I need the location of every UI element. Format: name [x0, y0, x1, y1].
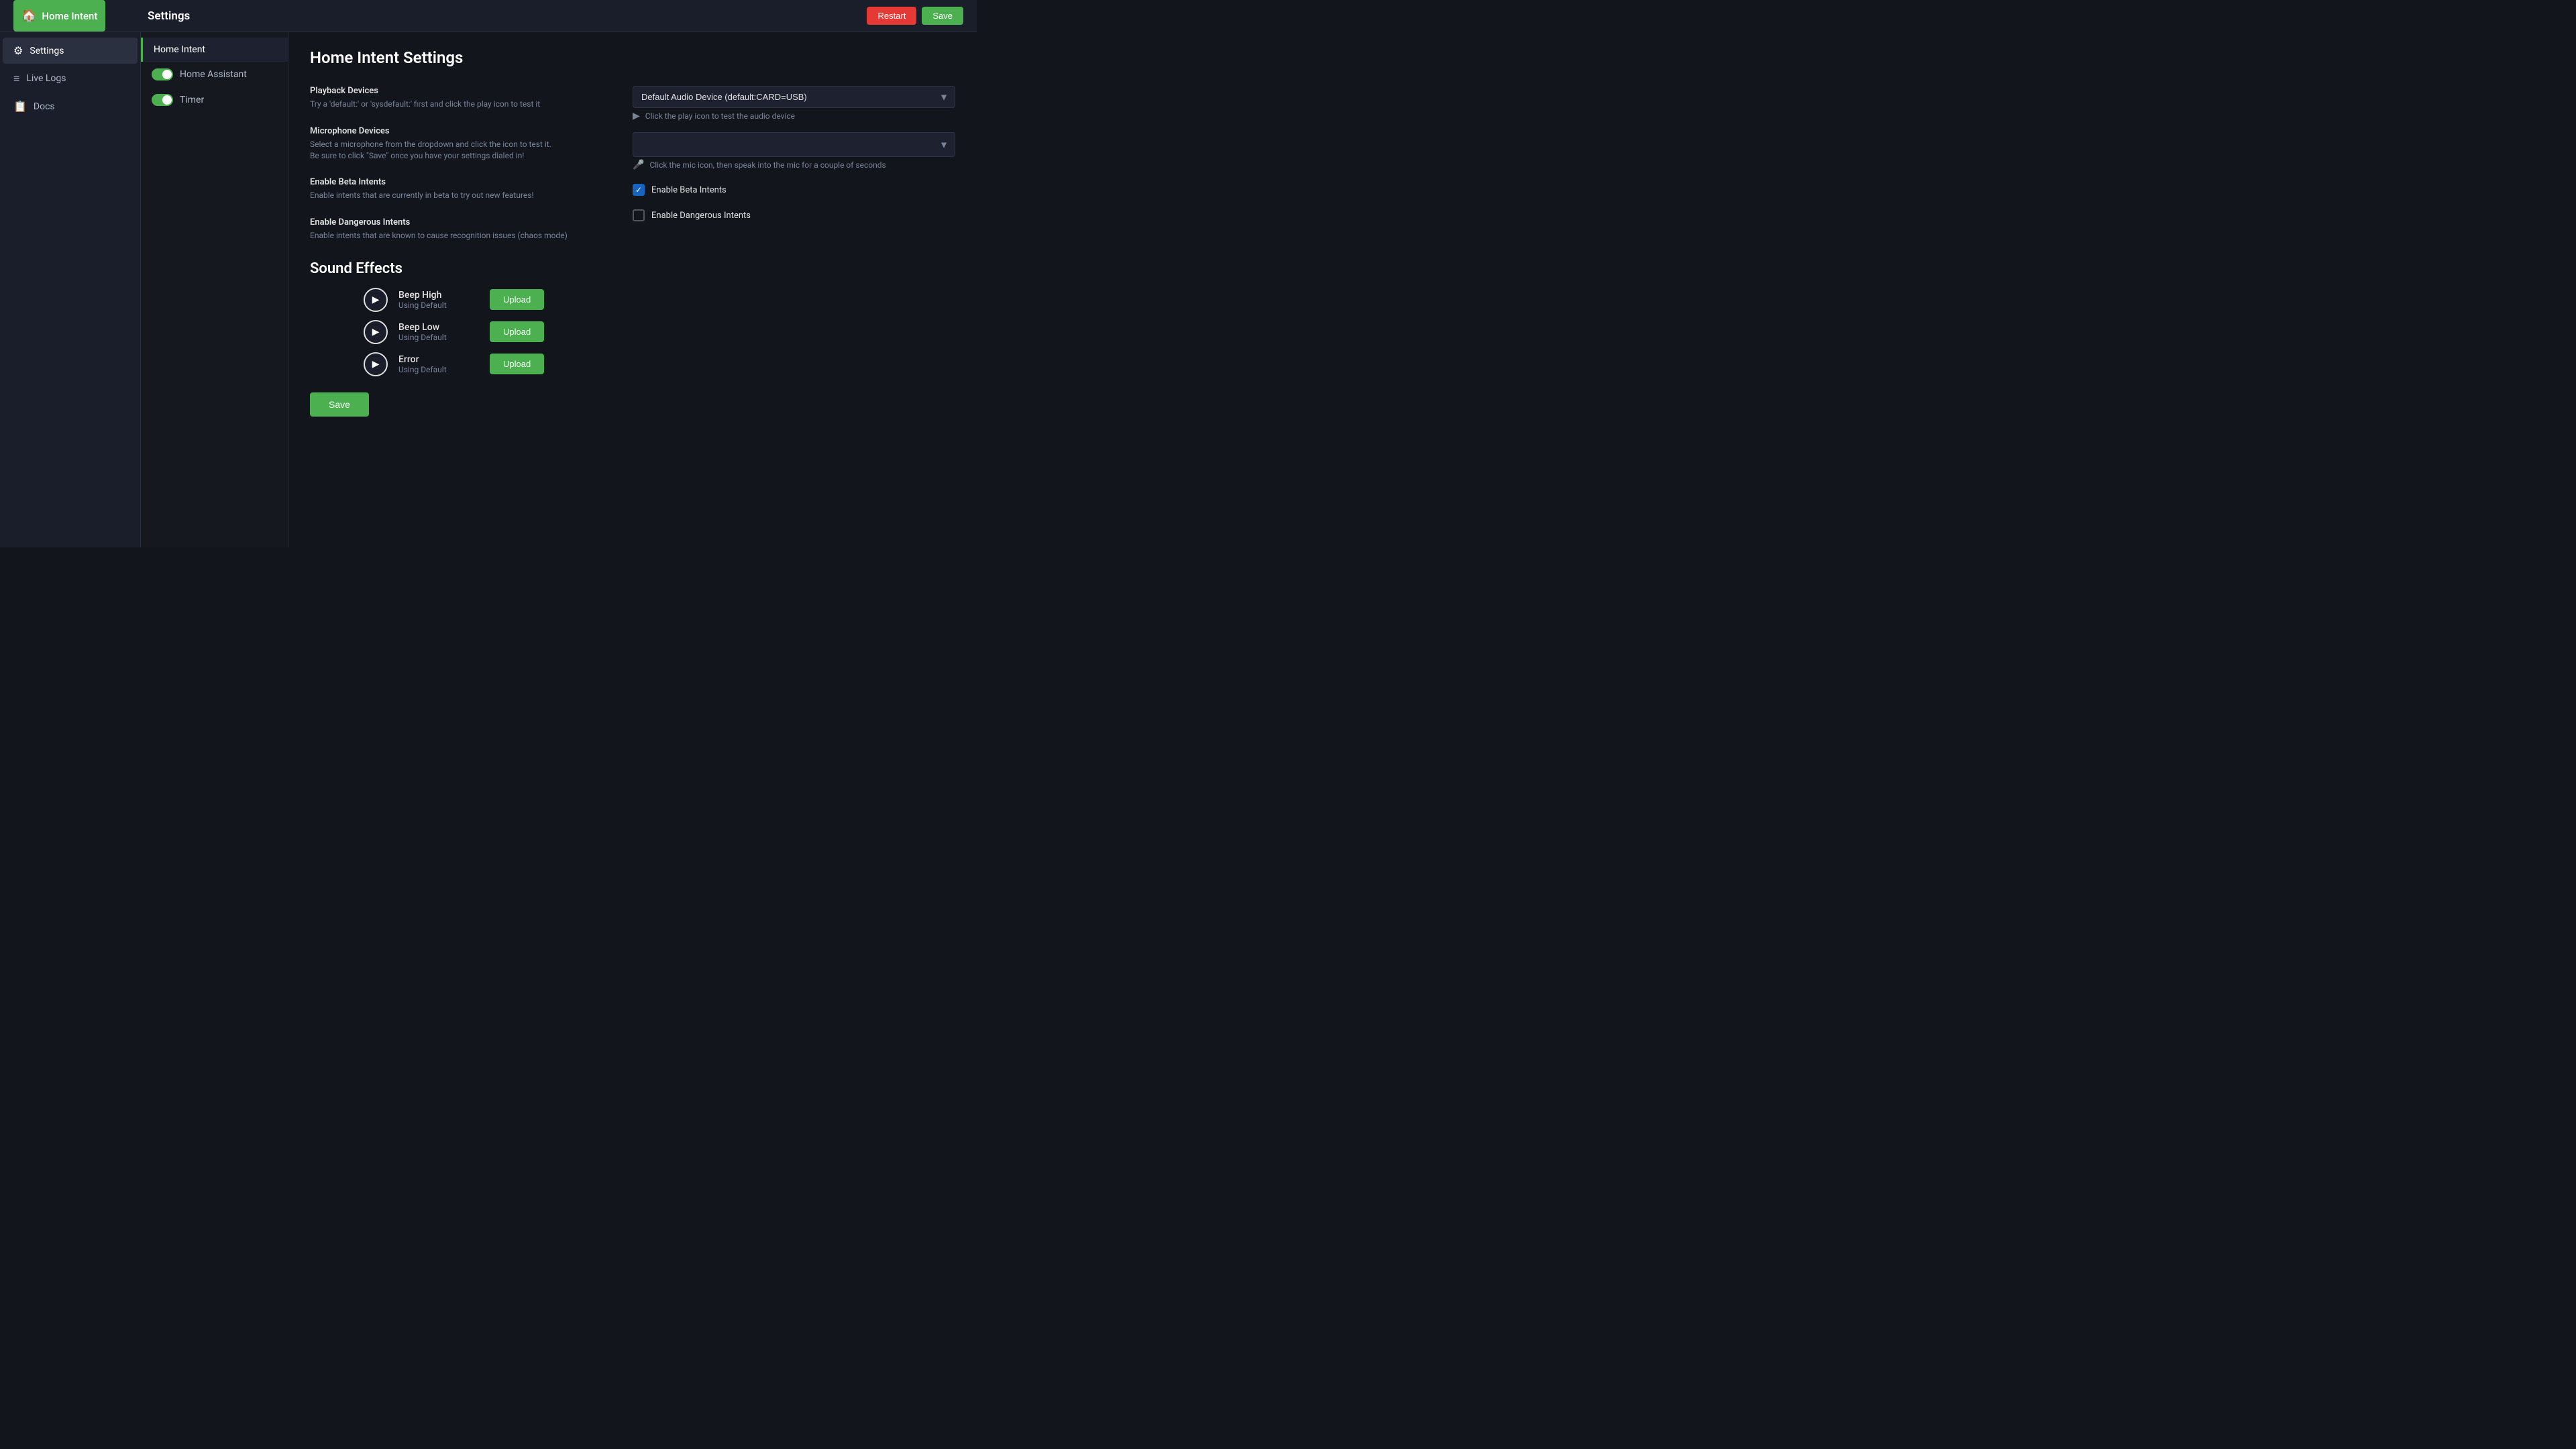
settings-icon: ⚙ [13, 44, 23, 57]
content-area: Home Intent Settings Playback Devices Tr… [288, 32, 977, 547]
playback-hint: ▶ Click the play icon to test the audio … [633, 111, 955, 121]
main-layout: ⚙ Settings ≡ Live Logs 📋 Docs Home Inten… [0, 32, 977, 547]
restart-button[interactable]: Restart [867, 7, 916, 25]
upload-beep-low-button[interactable]: Upload [490, 321, 544, 342]
playback-devices-desc: Try a 'default:' or 'sysdefault:' first … [310, 99, 606, 110]
subnav-item-home-assistant[interactable]: Home Assistant [141, 62, 288, 87]
subnav-label-timer: Timer [180, 95, 204, 105]
dangerous-intents-checkbox[interactable] [633, 209, 645, 221]
subnav-item-home-intent[interactable]: Home Intent [141, 38, 288, 62]
sound-sub-beep-low: Using Default [398, 333, 479, 342]
sound-info-beep-high: Beep High Using Default [398, 290, 479, 310]
sidebar: ⚙ Settings ≡ Live Logs 📋 Docs [0, 32, 141, 547]
subnav-item-timer[interactable]: Timer [141, 87, 288, 113]
sound-row-beep-high: ▶ Beep High Using Default Upload [310, 288, 955, 312]
play-hint-icon: ▶ [633, 111, 640, 121]
docs-icon: 📋 [13, 100, 27, 113]
settings-left: Playback Devices Try a 'default:' or 'sy… [310, 86, 633, 241]
beta-intents-label: Enable Beta Intents [310, 177, 606, 187]
microphone-hint-text: Click the mic icon, then speak into the … [649, 160, 885, 170]
sound-name-beep-high: Beep High [398, 290, 479, 301]
microphone-dropdown-group: ▼ 🎤 Click the mic icon, then speak into … [633, 132, 955, 170]
sound-row-error: ▶ Error Using Default Upload [310, 352, 955, 376]
microphone-desc-line2: Be sure to click "Save" once you have yo… [310, 150, 606, 162]
topbar: 🏠 Home Intent Settings Restart Save [0, 0, 977, 32]
sidebar-label-live-logs: Live Logs [26, 73, 66, 84]
mic-hint-icon: 🎤 [633, 160, 644, 170]
beta-intents-checkbox[interactable] [633, 184, 645, 196]
microphone-devices-section: Microphone Devices Select a microphone f… [310, 126, 606, 162]
save-top-button[interactable]: Save [922, 7, 963, 25]
upload-beep-high-button[interactable]: Upload [490, 289, 544, 310]
sidebar-item-settings[interactable]: ⚙ Settings [3, 38, 138, 64]
playback-dropdown-group: Default Audio Device (default:CARD=USB) … [633, 86, 955, 121]
playback-hint-text: Click the play icon to test the audio de… [645, 111, 795, 121]
upload-error-button[interactable]: Upload [490, 354, 544, 374]
dangerous-intents-checkbox-label: Enable Dangerous Intents [651, 211, 751, 221]
beta-intents-checkbox-row: Enable Beta Intents [633, 184, 955, 196]
settings-right: Default Audio Device (default:CARD=USB) … [633, 86, 955, 221]
playback-devices-section: Playback Devices Try a 'default:' or 'sy… [310, 86, 606, 110]
sound-name-beep-low: Beep Low [398, 322, 479, 333]
dangerous-intents-checkbox-row: Enable Dangerous Intents [633, 209, 955, 221]
dangerous-intents-section: Enable Dangerous Intents Enable intents … [310, 217, 606, 241]
app-icon: 🏠 [21, 9, 36, 23]
playback-dropdown-wrap: Default Audio Device (default:CARD=USB) … [633, 86, 955, 108]
subnav: Home Intent Home Assistant Timer [141, 32, 288, 547]
sound-info-error: Error Using Default [398, 354, 479, 374]
beta-intents-checkbox-label: Enable Beta Intents [651, 185, 727, 195]
microphone-desc: Select a microphone from the dropdown an… [310, 139, 606, 162]
dangerous-intents-desc: Enable intents that are known to cause r… [310, 230, 606, 241]
live-logs-icon: ≡ [13, 72, 19, 85]
sidebar-label-docs: Docs [34, 101, 55, 112]
microphone-desc-line1: Select a microphone from the dropdown an… [310, 139, 606, 150]
sound-sub-error: Using Default [398, 365, 479, 374]
sound-sub-beep-high: Using Default [398, 301, 479, 310]
beta-intents-section: Enable Beta Intents Enable intents that … [310, 177, 606, 201]
playback-device-select[interactable]: Default Audio Device (default:CARD=USB) [633, 86, 955, 108]
app-header: 🏠 Home Intent [13, 0, 105, 32]
sidebar-label-settings: Settings [30, 46, 64, 56]
playback-devices-label: Playback Devices [310, 86, 606, 96]
page-title: Home Intent Settings [310, 48, 955, 67]
sound-row-beep-low: ▶ Beep Low Using Default Upload [310, 320, 955, 344]
sidebar-item-live-logs[interactable]: ≡ Live Logs [3, 65, 138, 92]
settings-grid: Playback Devices Try a 'default:' or 'sy… [310, 86, 955, 241]
sound-info-beep-low: Beep Low Using Default [398, 322, 479, 342]
microphone-dropdown-wrap: ▼ [633, 132, 955, 157]
microphone-hint: 🎤 Click the mic icon, then speak into th… [633, 160, 955, 170]
sound-effects-title: Sound Effects [310, 260, 955, 277]
play-beep-low-button[interactable]: ▶ [364, 320, 388, 344]
microphone-devices-label: Microphone Devices [310, 126, 606, 136]
save-bottom-button[interactable]: Save [310, 392, 369, 417]
app-title: Home Intent [42, 10, 97, 22]
toggle-home-assistant[interactable] [152, 68, 173, 80]
toggle-timer[interactable] [152, 94, 173, 106]
play-error-button[interactable]: ▶ [364, 352, 388, 376]
sound-name-error: Error [398, 354, 479, 365]
subnav-label-home-intent: Home Intent [154, 44, 205, 55]
topbar-actions: Restart Save [867, 7, 963, 25]
beta-intents-desc: Enable intents that are currently in bet… [310, 190, 606, 201]
microphone-dropdown-empty[interactable] [633, 132, 955, 157]
dangerous-intents-label: Enable Dangerous Intents [310, 217, 606, 227]
sound-effects-section: ▶ Beep High Using Default Upload ▶ Beep … [310, 288, 955, 376]
play-beep-high-button[interactable]: ▶ [364, 288, 388, 312]
page-heading: Settings [148, 9, 190, 23]
subnav-label-home-assistant: Home Assistant [180, 69, 247, 80]
sidebar-item-docs[interactable]: 📋 Docs [3, 93, 138, 119]
